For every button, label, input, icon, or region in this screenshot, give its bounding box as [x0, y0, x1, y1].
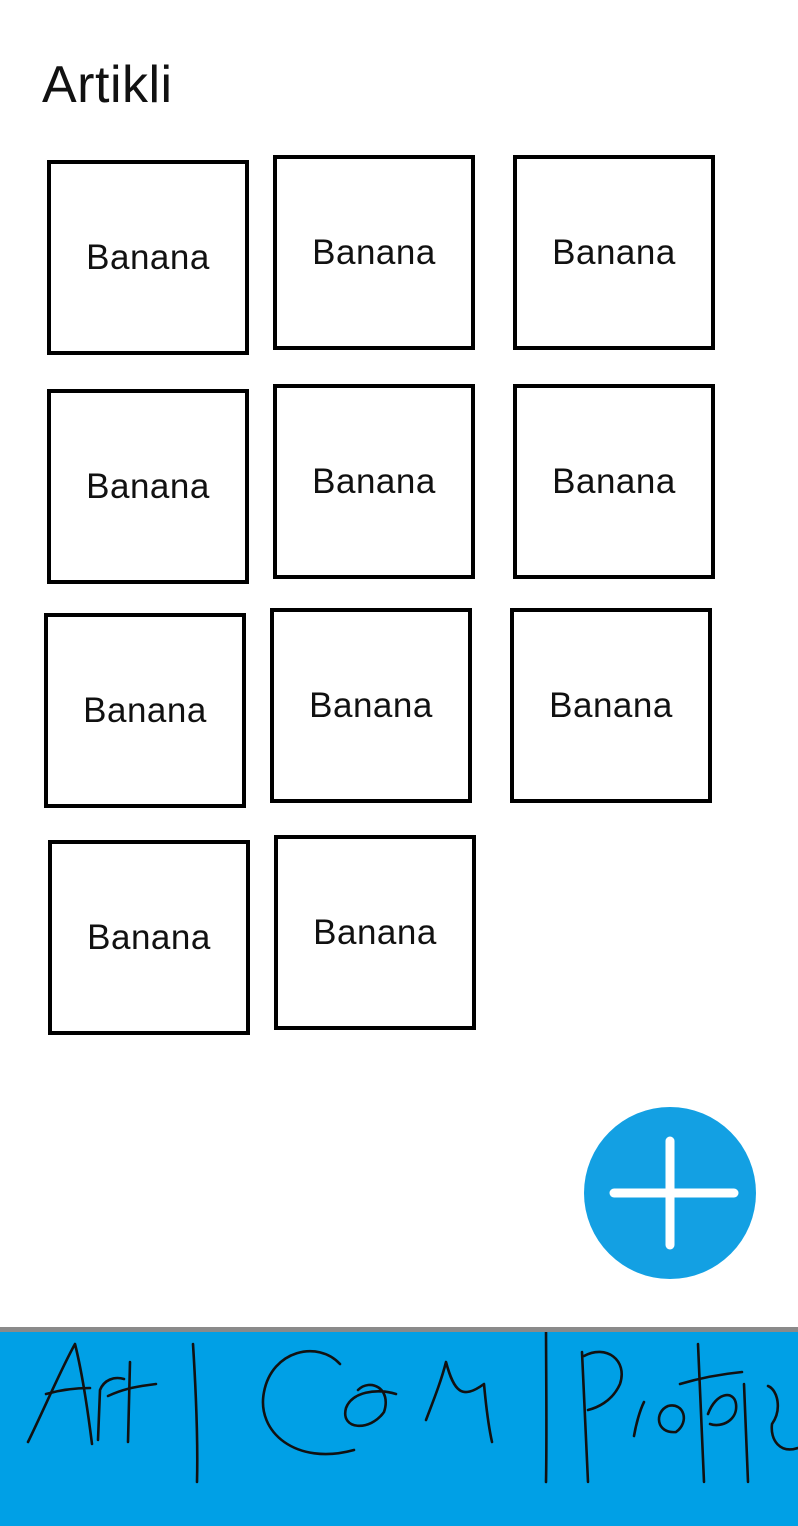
article-tile[interactable]: Banana: [273, 384, 475, 579]
article-tile[interactable]: Banana: [47, 389, 249, 584]
bottom-nav: [0, 1327, 798, 1526]
article-tile[interactable]: Banana: [274, 835, 476, 1030]
article-label: Banana: [309, 685, 433, 725]
article-tile[interactable]: Banana: [513, 155, 715, 350]
add-article-button[interactable]: [584, 1107, 756, 1279]
article-tile[interactable]: Banana: [513, 384, 715, 579]
article-tile[interactable]: Banana: [48, 840, 250, 1035]
article-label: Banana: [312, 232, 436, 272]
nav-tab-cen[interactable]: [200, 1332, 540, 1526]
article-tile[interactable]: Banana: [510, 608, 712, 803]
article-label: Banana: [83, 690, 207, 730]
plus-icon: [609, 1136, 739, 1250]
article-label: Banana: [552, 232, 676, 272]
nav-tab-art[interactable]: [0, 1332, 190, 1526]
article-tile[interactable]: Banana: [273, 155, 475, 350]
article-label: Banana: [313, 912, 437, 952]
article-label: Banana: [552, 461, 676, 501]
article-tile[interactable]: Banana: [270, 608, 472, 803]
nav-divider: [191, 1342, 199, 1484]
article-label: Banana: [86, 237, 210, 277]
page-title: Artikli: [42, 56, 173, 114]
article-label: Banana: [549, 685, 673, 725]
article-tile[interactable]: Banana: [44, 613, 246, 808]
article-tile[interactable]: Banana: [47, 160, 249, 355]
article-label: Banana: [86, 466, 210, 506]
article-label: Banana: [312, 461, 436, 501]
nav-tab-profpe[interactable]: [552, 1332, 798, 1526]
article-label: Banana: [87, 917, 211, 957]
